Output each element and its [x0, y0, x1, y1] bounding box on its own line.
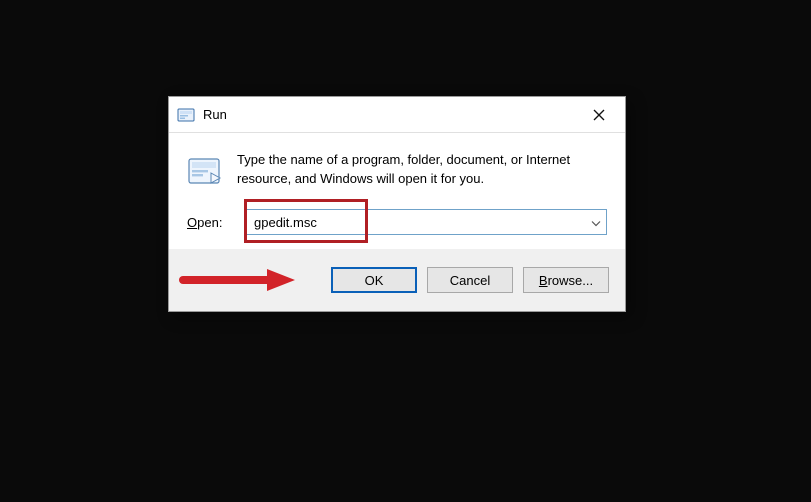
open-input[interactable] [245, 209, 607, 235]
run-icon [177, 106, 195, 124]
titlebar: Run [169, 97, 625, 133]
button-bar: OK Cancel Browse... [169, 249, 625, 311]
open-combobox[interactable] [245, 209, 607, 235]
cancel-button[interactable]: Cancel [427, 267, 513, 293]
close-button[interactable] [577, 100, 621, 130]
ok-button[interactable]: OK [331, 267, 417, 293]
open-label: Open: [187, 215, 235, 230]
dialog-description: Type the name of a program, folder, docu… [237, 151, 607, 189]
dialog-body: Type the name of a program, folder, docu… [169, 133, 625, 249]
run-dialog: Run Type the name of a program, folder, … [168, 96, 626, 312]
run-icon-large [187, 153, 223, 189]
dialog-title: Run [203, 107, 577, 122]
close-icon [593, 109, 605, 121]
annotation-arrow [179, 266, 299, 294]
browse-button[interactable]: Browse... [523, 267, 609, 293]
